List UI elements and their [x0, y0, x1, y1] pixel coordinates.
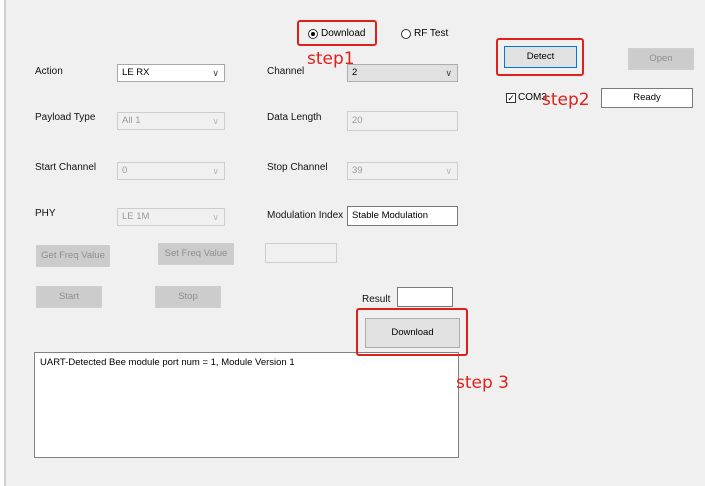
- step2-annotation: step2: [542, 90, 590, 110]
- chevron-down-icon: ∨: [212, 166, 219, 176]
- check-icon: ✓: [506, 92, 516, 103]
- step3-annotation: step 3: [456, 373, 509, 393]
- payload-type-dropdown[interactable]: All 1 ∨: [117, 112, 225, 130]
- payload-type-label: Payload Type: [35, 112, 96, 123]
- start-channel-dropdown[interactable]: 0 ∨: [117, 162, 225, 180]
- radio-rf-test-label: RF Test: [414, 28, 449, 39]
- radio-unselected-icon: [401, 28, 411, 39]
- log-output[interactable]: UART-Detected Bee module port num = 1, M…: [34, 352, 459, 458]
- action-label: Action: [35, 66, 63, 77]
- channel-label: Channel: [267, 66, 305, 77]
- log-text: UART-Detected Bee module port num = 1, M…: [40, 357, 295, 368]
- start-channel-label: Start Channel: [35, 162, 97, 173]
- port-status: Ready: [633, 92, 661, 103]
- radio-rf-test[interactable]: RF Test: [401, 28, 448, 39]
- modulation-index-label: Modulation Index: [267, 210, 344, 221]
- chevron-down-icon: ∨: [212, 212, 219, 222]
- window-border: [4, 0, 6, 486]
- stop-channel-label: Stop Channel: [267, 162, 328, 173]
- set-freq-value-button[interactable]: Set Freq Value: [158, 243, 234, 265]
- port-status-field: Ready: [601, 88, 693, 108]
- action-value: LE RX: [122, 67, 150, 78]
- data-length-field[interactable]: 20: [347, 111, 458, 131]
- payload-type-value: All 1: [122, 115, 141, 126]
- chevron-down-icon: ∨: [445, 68, 452, 78]
- data-length-value: 20: [352, 115, 363, 126]
- com3-checkbox[interactable]: ✓ COM3: [506, 92, 547, 103]
- start-channel-value: 0: [122, 165, 128, 176]
- result-field: [397, 287, 453, 307]
- chevron-down-icon: ∨: [445, 166, 452, 176]
- step1-highlight: [297, 20, 377, 46]
- open-button[interactable]: Open: [628, 48, 694, 70]
- action-dropdown[interactable]: LE RX ∨: [117, 64, 225, 82]
- step3-highlight: [356, 308, 468, 356]
- stop-channel-dropdown[interactable]: 39 ∨: [347, 162, 458, 180]
- modulation-index-field[interactable]: Stable Modulation: [347, 206, 458, 226]
- main-window: Download RF Test Action LE RX ∨ Channel …: [4, 0, 705, 486]
- step1-annotation: step1: [307, 49, 355, 69]
- stop-button[interactable]: Stop: [155, 286, 221, 308]
- result-label: Result: [362, 294, 391, 305]
- channel-dropdown[interactable]: 2 ∨: [347, 64, 458, 82]
- modulation-index-value: Stable Modulation: [352, 210, 429, 221]
- chevron-down-icon: ∨: [212, 68, 219, 78]
- phy-value: LE 1M: [122, 211, 150, 222]
- freq-value-field[interactable]: [265, 243, 337, 263]
- chevron-down-icon: ∨: [212, 116, 219, 126]
- start-button[interactable]: Start: [36, 286, 102, 308]
- data-length-label: Data Length: [267, 112, 322, 123]
- step2-highlight: [496, 38, 584, 76]
- phy-label: PHY: [35, 208, 56, 219]
- get-freq-value-button[interactable]: Get Freq Value: [36, 245, 110, 267]
- phy-dropdown[interactable]: LE 1M ∨: [117, 208, 225, 226]
- stop-channel-value: 39: [352, 165, 363, 176]
